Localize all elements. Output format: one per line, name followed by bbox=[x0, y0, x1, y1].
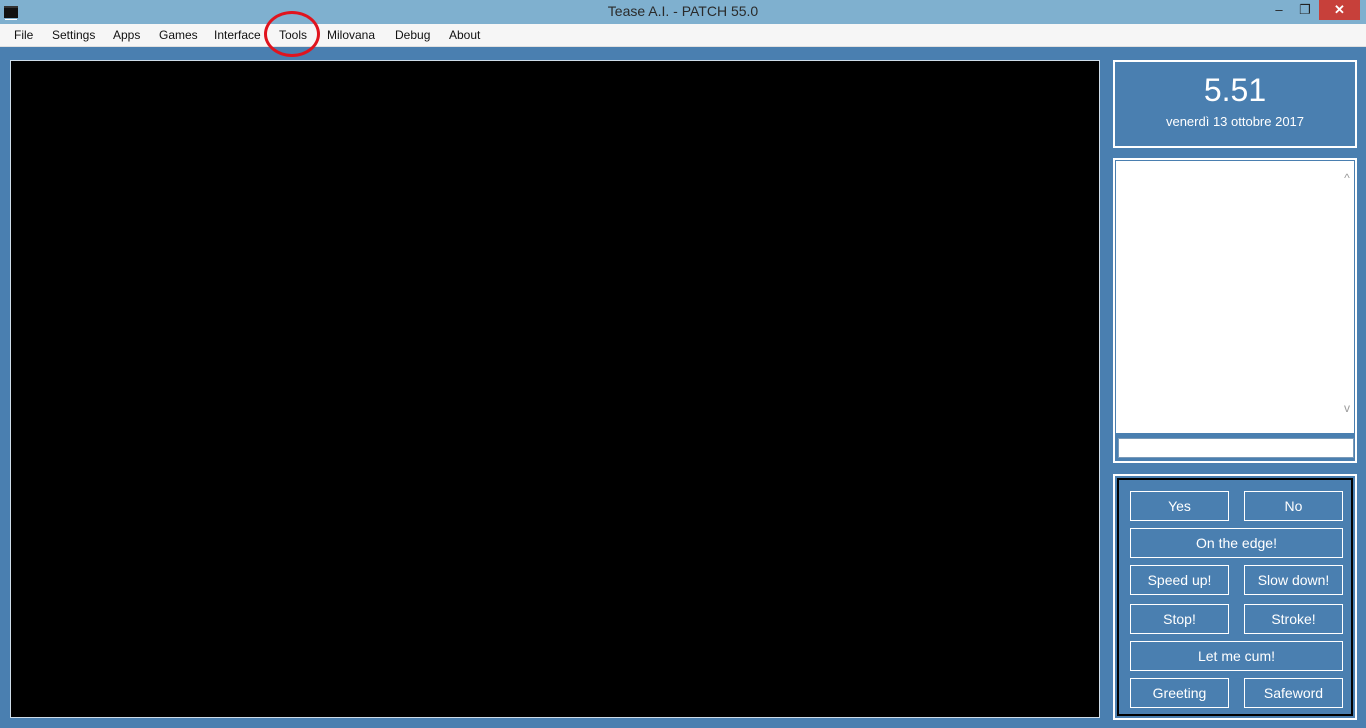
slow-down-button[interactable]: Slow down! bbox=[1244, 565, 1343, 595]
menu-tools[interactable]: Tools bbox=[279, 28, 307, 42]
menu-milovana[interactable]: Milovana bbox=[327, 28, 375, 42]
window-title: Tease A.I. - PATCH 55.0 bbox=[607, 3, 759, 19]
stop-button[interactable]: Stop! bbox=[1130, 604, 1229, 634]
menu-about[interactable]: About bbox=[449, 28, 480, 42]
let-me-cum-button[interactable]: Let me cum! bbox=[1130, 641, 1343, 671]
scroll-up-icon[interactable]: ^ bbox=[1340, 171, 1354, 185]
menu-apps[interactable]: Apps bbox=[113, 28, 140, 42]
chat-panel: ^ v bbox=[1113, 158, 1357, 463]
clock-date: venerdì 13 ottobre 2017 bbox=[1165, 114, 1305, 129]
safeword-button[interactable]: Safeword bbox=[1244, 678, 1343, 708]
clock-time: 5.51 bbox=[1203, 72, 1267, 108]
close-button[interactable]: ✕ bbox=[1319, 0, 1360, 20]
menu-games[interactable]: Games bbox=[159, 28, 198, 42]
maximize-button[interactable]: ❐ bbox=[1294, 0, 1316, 20]
chat-log[interactable]: ^ v bbox=[1116, 161, 1354, 433]
chat-input[interactable] bbox=[1118, 438, 1354, 458]
menu-bar: File Settings Apps Games Interface Tools… bbox=[0, 24, 1366, 47]
title-bar[interactable]: Tease A.I. - PATCH 55.0 ‒ ❐ ✕ bbox=[0, 0, 1366, 24]
stroke-button[interactable]: Stroke! bbox=[1244, 604, 1343, 634]
greeting-button[interactable]: Greeting bbox=[1130, 678, 1229, 708]
scroll-down-icon[interactable]: v bbox=[1340, 401, 1354, 415]
yes-button[interactable]: Yes bbox=[1130, 491, 1229, 521]
menu-file[interactable]: File bbox=[14, 28, 33, 42]
menu-settings[interactable]: Settings bbox=[52, 28, 95, 42]
on-the-edge-button[interactable]: On the edge! bbox=[1130, 528, 1343, 558]
clock-panel: 5.51 venerdì 13 ottobre 2017 bbox=[1113, 60, 1357, 148]
no-button[interactable]: No bbox=[1244, 491, 1343, 521]
speed-up-button[interactable]: Speed up! bbox=[1130, 565, 1229, 595]
menu-debug[interactable]: Debug bbox=[395, 28, 430, 42]
menu-interface[interactable]: Interface bbox=[214, 28, 261, 42]
quick-buttons-frame: Yes No On the edge! Speed up! Slow down!… bbox=[1117, 478, 1353, 716]
quick-buttons-panel: Yes No On the edge! Speed up! Slow down!… bbox=[1113, 474, 1357, 720]
media-display bbox=[10, 60, 1100, 718]
minimize-button[interactable]: ‒ bbox=[1268, 0, 1290, 20]
